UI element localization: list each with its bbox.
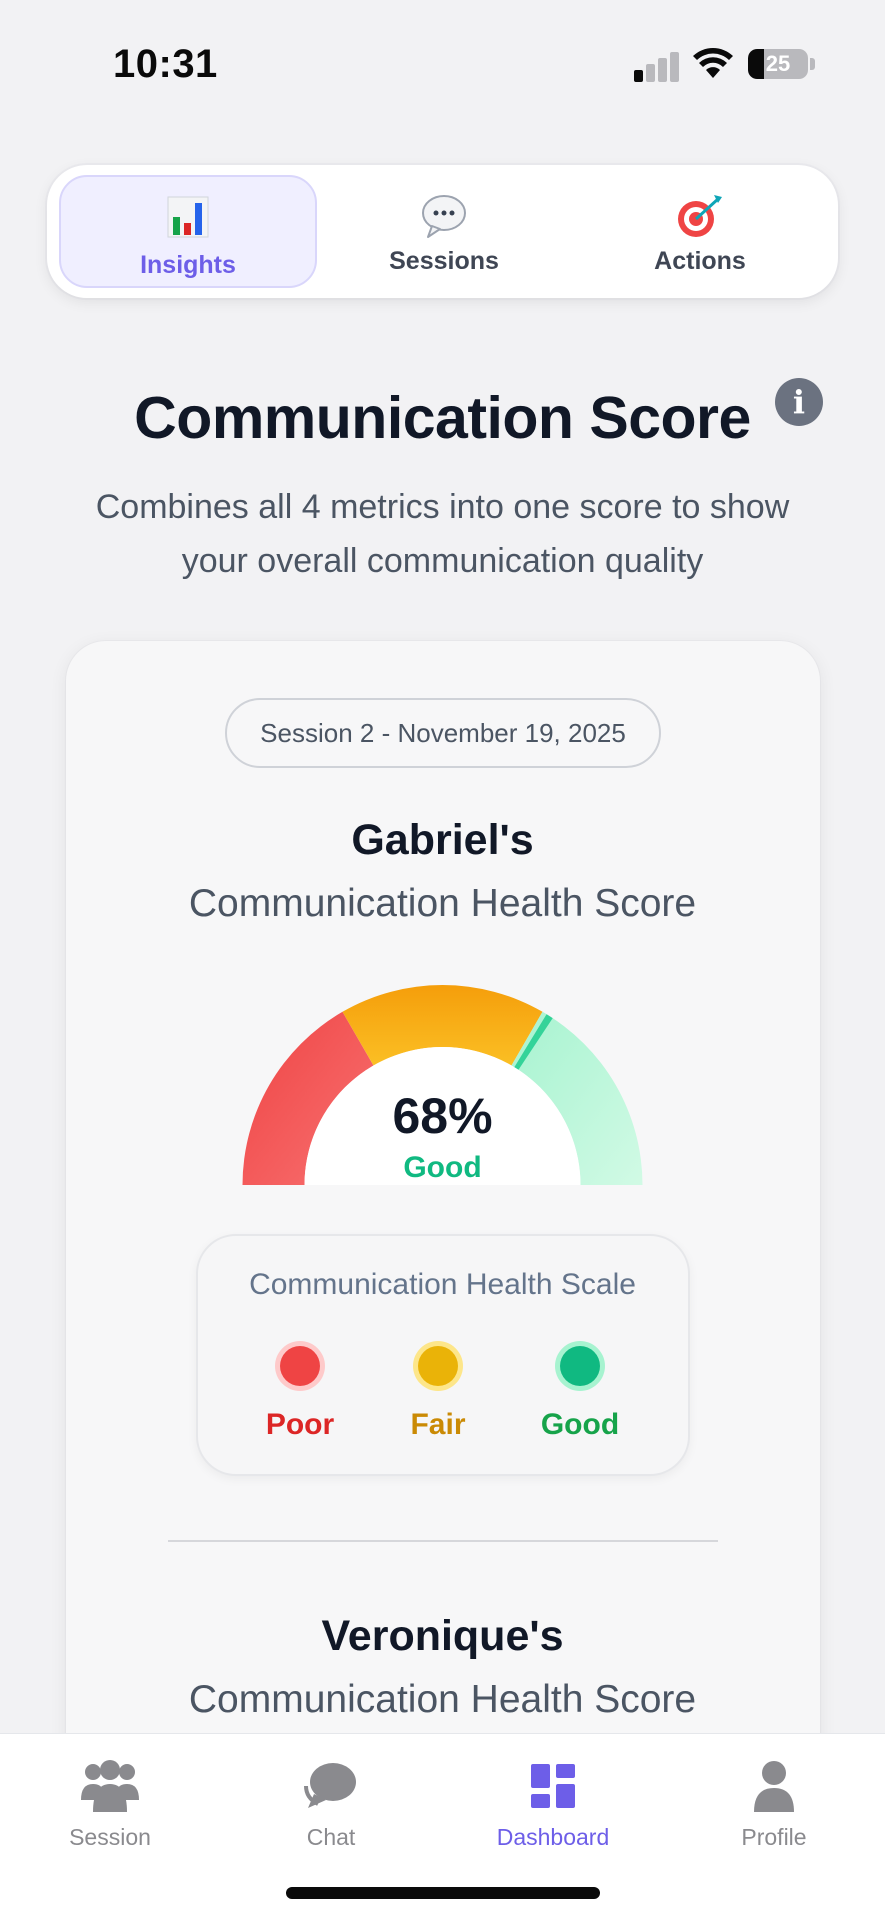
scale-item-fair: Fair — [378, 1340, 498, 1442]
status-bar: 10:31 25 — [0, 0, 885, 130]
scale-item-good: Good — [520, 1340, 640, 1442]
nav-dashboard-label: Dashboard — [496, 1824, 610, 1850]
nav-session[interactable]: Session — [10, 1748, 210, 1851]
home-indicator — [286, 1887, 600, 1899]
people-icon — [81, 1760, 139, 1812]
battery-level: 25 — [765, 51, 791, 76]
battery-icon: 25 — [748, 49, 808, 79]
person2-score-title: Communication Health Score — [188, 1678, 697, 1721]
tab-actions[interactable]: Actions — [571, 175, 829, 288]
person2-name: Veronique's — [321, 1612, 564, 1660]
scale-label-fair: Fair — [410, 1408, 466, 1441]
cellular-signal-icon — [634, 50, 680, 82]
info-icon[interactable]: i — [775, 378, 823, 426]
person-icon — [754, 1761, 794, 1812]
scale-dot-fair — [418, 1346, 458, 1386]
target-icon — [678, 195, 722, 237]
person1-name: Gabriel's — [351, 816, 534, 864]
page-title: Communication Score — [134, 385, 751, 451]
scale-item-poor: Poor — [240, 1340, 360, 1442]
tab-sessions-label: Sessions — [389, 247, 499, 275]
battery-cap — [810, 58, 815, 70]
session-date-badge: Session 2 - November 19, 2025 — [225, 698, 661, 768]
person1-score-value: 68% — [392, 1088, 493, 1144]
nav-profile[interactable]: Profile — [674, 1748, 874, 1851]
chat-bubble-icon — [304, 1763, 356, 1808]
section-divider — [168, 1540, 718, 1542]
scale-dot-good — [560, 1346, 600, 1386]
page-subtitle: Combines all 4 metrics into one score to… — [95, 488, 790, 580]
health-scale-title: Communication Health Scale — [249, 1268, 636, 1301]
nav-session-label: Session — [69, 1824, 151, 1850]
tab-insights-label: Insights — [140, 251, 236, 279]
nav-dashboard[interactable]: Dashboard — [453, 1748, 653, 1851]
scale-dot-poor — [280, 1346, 320, 1386]
insights-tab-bar: Insights Sessions Actions — [47, 165, 838, 298]
dashboard-icon — [531, 1764, 575, 1808]
nav-profile-label: Profile — [741, 1824, 807, 1850]
tab-sessions[interactable]: Sessions — [315, 175, 573, 288]
wifi-icon — [693, 48, 733, 78]
person1-score-title: Communication Health Score — [188, 882, 697, 925]
tab-insights[interactable]: Insights — [59, 175, 317, 288]
scale-label-good: Good — [540, 1408, 620, 1441]
bar-chart-icon — [167, 196, 209, 238]
nav-chat-label: Chat — [306, 1824, 356, 1850]
tab-actions-label: Actions — [654, 247, 746, 275]
nav-chat[interactable]: Chat — [231, 1748, 431, 1851]
speech-bubble-icon — [422, 195, 466, 238]
status-time: 10:31 — [113, 42, 218, 86]
scale-label-poor: Poor — [265, 1408, 335, 1441]
person1-score-rating: Good — [403, 1151, 482, 1184]
